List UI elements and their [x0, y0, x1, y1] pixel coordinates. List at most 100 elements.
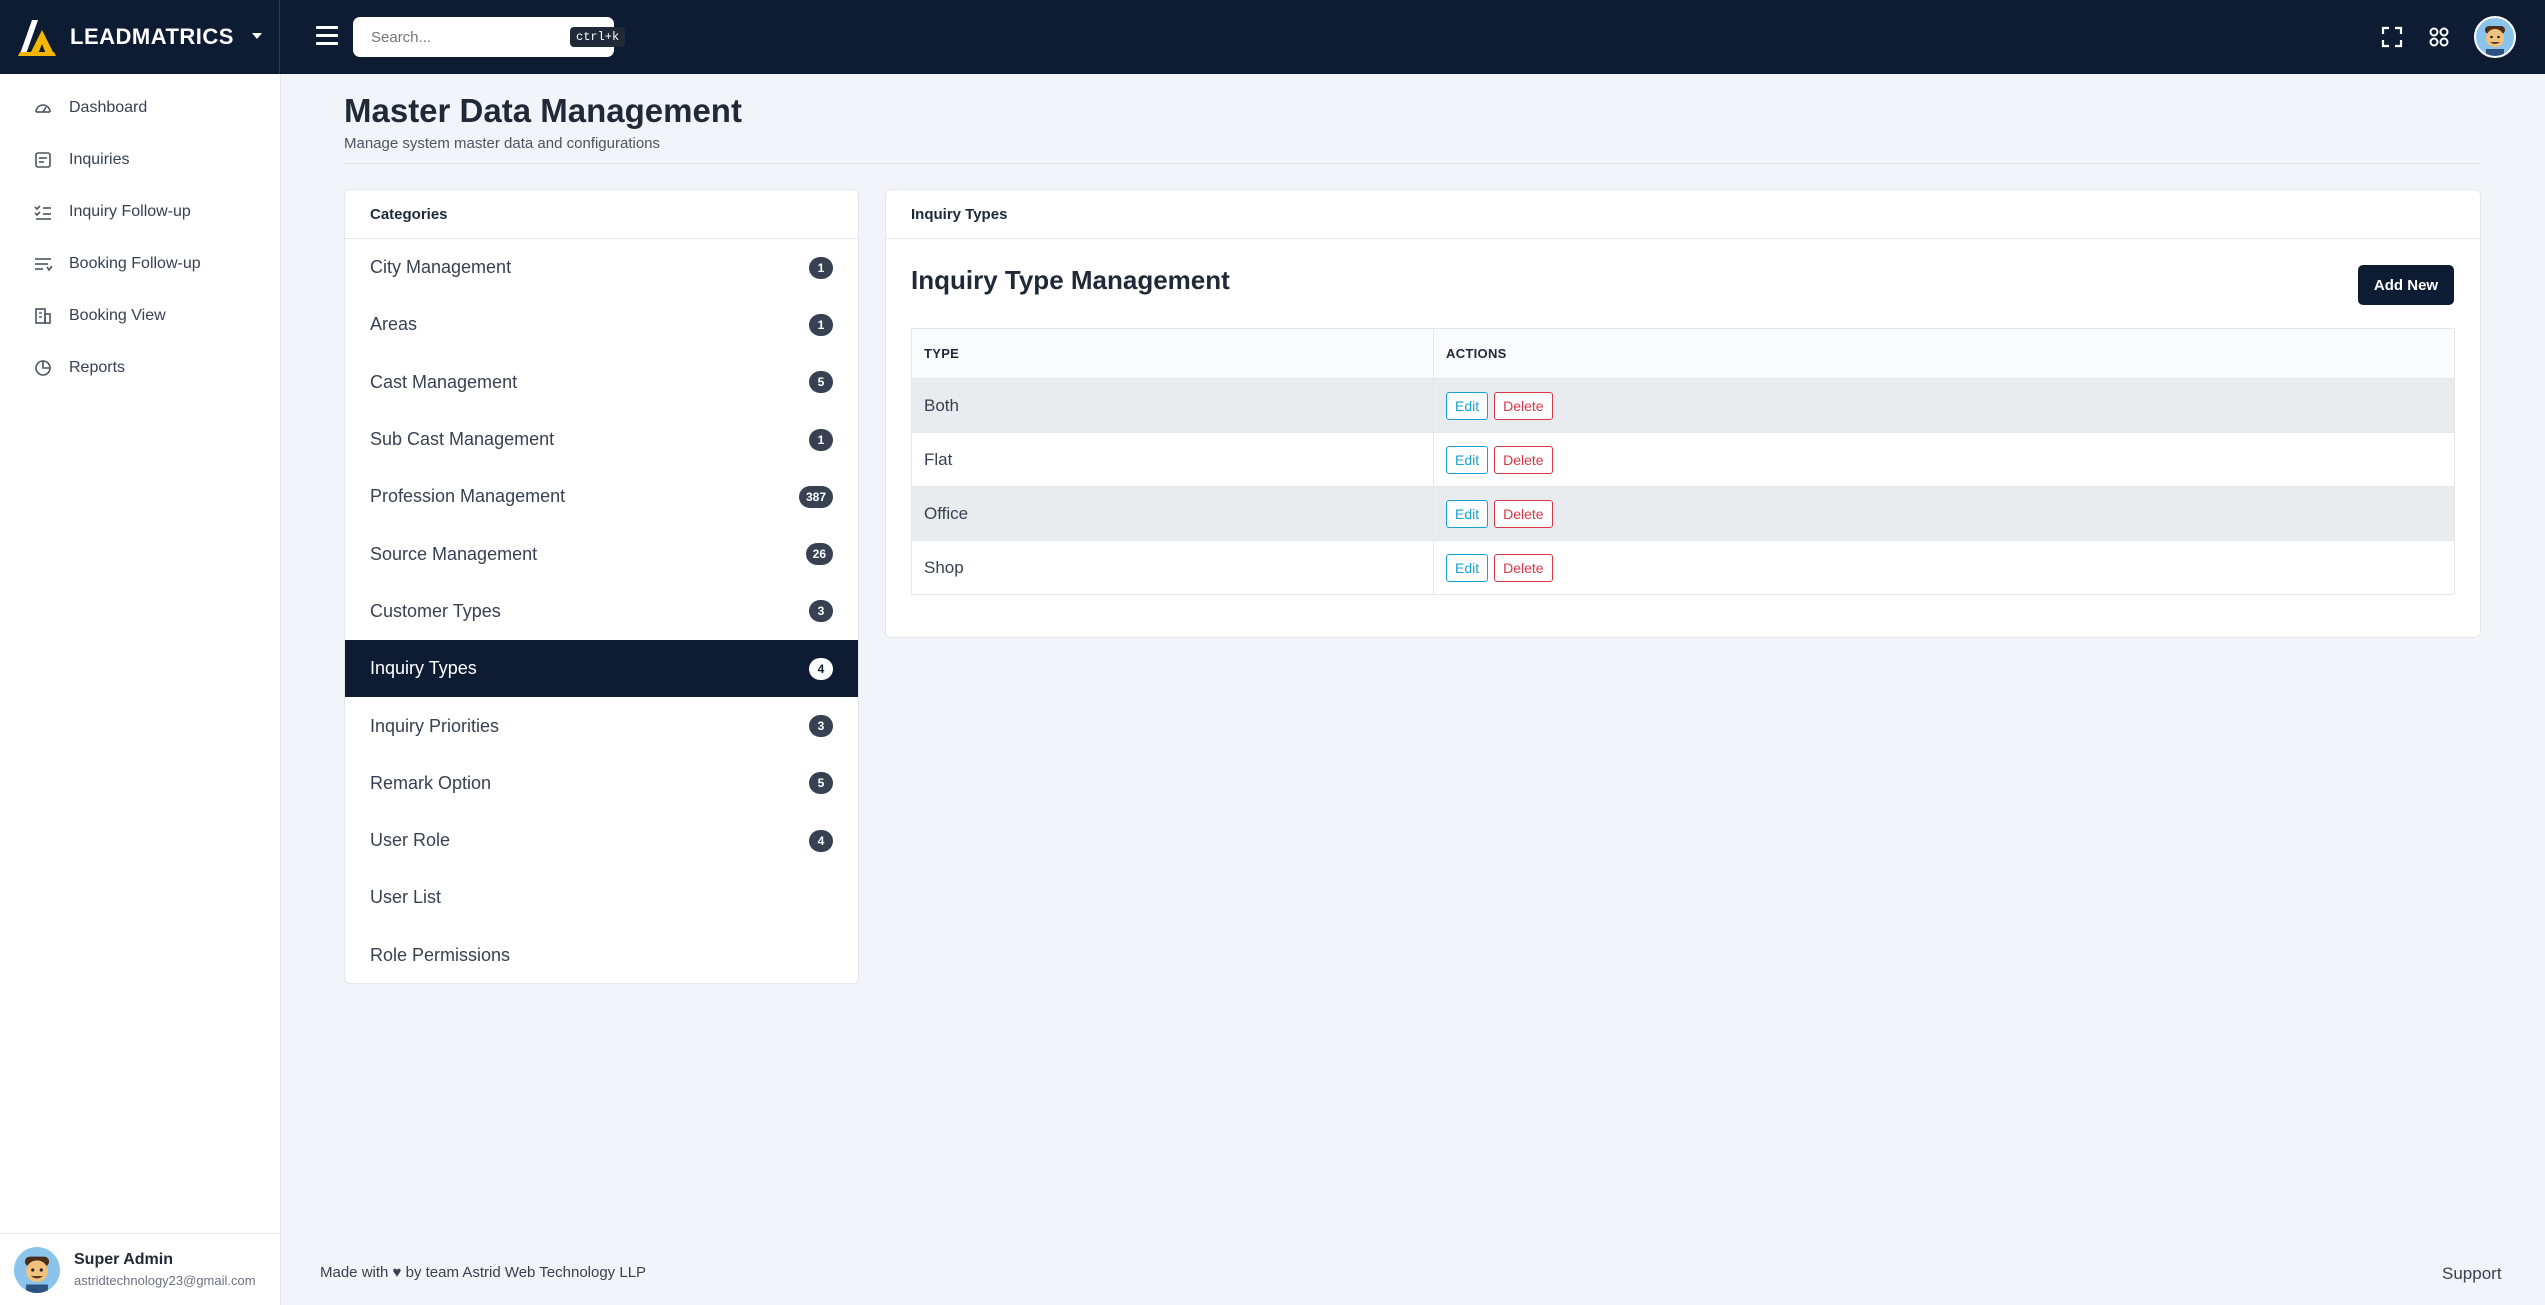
apps-grid-icon[interactable] — [2427, 25, 2451, 49]
count-badge: 3 — [809, 600, 833, 623]
category-item[interactable]: Cast Management 5 — [345, 354, 858, 411]
category-item[interactable]: Role Permissions — [345, 927, 858, 983]
column-header-type: TYPE — [911, 328, 1434, 379]
type-cell: Both — [911, 378, 1434, 433]
category-label: Inquiry Priorities — [370, 715, 500, 736]
brand-logo-icon — [18, 20, 56, 56]
sidebar-item-label: Booking View — [69, 307, 166, 324]
count-badge: 5 — [809, 371, 833, 394]
categories-card: Categories City Management 1 Areas 1 Cast Ma… — [344, 189, 859, 984]
actions-cell: Edit Delete — [1433, 432, 2455, 487]
delete-button[interactable]: Delete — [1494, 499, 1553, 528]
top-bar: LEADMATRICS ctrl+k — [0, 0, 2545, 74]
category-label: User Role — [370, 830, 451, 851]
count-badge: 1 — [809, 428, 833, 451]
category-item[interactable]: Inquiry Types 4 — [345, 640, 858, 698]
count-badge: 1 — [809, 256, 833, 279]
table-row: Flat Edit Delete — [911, 432, 2455, 487]
edit-button[interactable]: Edit — [1446, 391, 1489, 420]
page-subtitle: Manage system master data and configurat… — [344, 135, 661, 152]
category-label: Role Permissions — [370, 944, 511, 965]
edit-button[interactable]: Edit — [1446, 445, 1489, 474]
search-shortcut-badge: ctrl+k — [570, 27, 626, 47]
sidebar: Dashboard Inquiries Inquiry Follow-up Bo… — [0, 74, 281, 1305]
avatar — [14, 1246, 60, 1293]
category-item[interactable]: Sub Cast Management 1 — [345, 411, 858, 468]
brand-name: LEADMATRICS — [70, 24, 234, 49]
search-box: ctrl+k — [353, 17, 626, 57]
sidebar-item-inquiry-follow-up[interactable]: Inquiry Follow-up — [0, 186, 280, 238]
brand: LEADMATRICS — [0, 0, 280, 74]
footer-prefix: Made with — [320, 1264, 389, 1281]
add-new-button[interactable]: Add New — [2358, 265, 2454, 305]
delete-button[interactable]: Delete — [1494, 553, 1553, 582]
table-row: Shop Edit Delete — [911, 540, 2455, 595]
sidebar-item-inquiries[interactable]: Inquiries — [0, 134, 280, 186]
category-item[interactable]: Source Management 26 — [345, 525, 858, 582]
edit-button[interactable]: Edit — [1446, 553, 1489, 582]
category-item[interactable]: Inquiry Priorities 3 — [345, 697, 858, 754]
menu-line-icon — [316, 34, 338, 37]
count-badge: 4 — [809, 829, 833, 852]
sidebar-item-label: Inquiries — [69, 151, 130, 168]
category-label: Customer Types — [370, 600, 501, 621]
category-item[interactable]: User List — [345, 869, 858, 926]
edit-button[interactable]: Edit — [1446, 499, 1489, 528]
sidebar-item-reports[interactable]: Reports — [0, 342, 280, 394]
category-label: User List — [370, 887, 442, 908]
type-cell: Shop — [911, 540, 1434, 595]
category-label: Profession Management — [370, 486, 566, 507]
avatar-face-icon — [24, 1256, 50, 1293]
sidebar-item-booking-view[interactable]: Booking View — [0, 290, 280, 342]
categories-header: Categories — [345, 190, 858, 239]
category-label: City Management — [370, 257, 512, 278]
sidebar-user-panel[interactable]: Super Admin astridtechnology23@gmail.com — [0, 1233, 281, 1305]
building-icon — [35, 308, 51, 324]
avatar-face-icon — [2485, 26, 2505, 56]
categories-list: City Management 1 Areas 1 Cast Management 5 Su… — [345, 239, 858, 983]
category-item[interactable]: City Management 1 — [345, 239, 858, 296]
inquiry-types-card: Inquiry Types Inquiry Type Management Ad… — [885, 189, 2481, 638]
category-item[interactable]: Areas 1 — [345, 296, 858, 353]
user-avatar[interactable] — [2474, 16, 2516, 58]
category-item[interactable]: Customer Types 3 — [345, 583, 858, 640]
count-badge: 4 — [809, 657, 833, 680]
menu-toggle-button[interactable] — [316, 26, 338, 48]
delete-button[interactable]: Delete — [1494, 445, 1553, 474]
support-link[interactable]: Support — [2442, 1264, 2502, 1284]
user-email: astridtechnology23@gmail.com — [74, 1273, 256, 1288]
heart-icon: ♥ — [392, 1264, 402, 1281]
category-label: Source Management — [370, 543, 538, 564]
category-item[interactable]: User Role 4 — [345, 812, 858, 869]
count-badge: 26 — [805, 543, 833, 566]
sidebar-item-label: Dashboard — [69, 99, 148, 116]
search-input[interactable] — [371, 28, 570, 46]
actions-cell: Edit Delete — [1433, 486, 2455, 541]
menu-line-icon — [316, 26, 338, 29]
fullscreen-icon[interactable] — [2380, 25, 2404, 49]
delete-button[interactable]: Delete — [1494, 391, 1553, 420]
inquiry-types-table: TYPE ACTIONS Both Edit Delete Flat Edit Delet… — [911, 328, 2455, 595]
category-item[interactable]: Remark Option 5 — [345, 755, 858, 812]
actions-cell: Edit Delete — [1433, 540, 2455, 595]
chart-pie-icon — [35, 360, 51, 376]
brand-dropdown-caret-icon[interactable] — [252, 33, 262, 39]
sidebar-item-booking-follow-up[interactable]: Booking Follow-up — [0, 238, 280, 290]
list-filter-icon — [35, 258, 53, 272]
column-header-actions: ACTIONS — [1433, 328, 2455, 379]
count-badge: 1 — [809, 313, 833, 336]
category-label: Areas — [370, 314, 418, 335]
category-label: Inquiry Types — [370, 658, 477, 679]
category-label: Remark Option — [370, 772, 492, 793]
category-item[interactable]: Profession Management 387 — [345, 468, 858, 525]
table-row: Both Edit Delete — [911, 378, 2455, 433]
count-badge: 3 — [809, 715, 833, 738]
gauge-icon — [35, 104, 51, 113]
footer-credit: Made with ♥ by team Astrid Web Technolog… — [320, 1264, 646, 1281]
sidebar-item-dashboard[interactable]: Dashboard — [0, 82, 280, 134]
page-title: Master Data Management — [344, 92, 742, 129]
category-label: Sub Cast Management — [370, 429, 555, 450]
checklist-icon — [34, 205, 51, 220]
actions-cell: Edit Delete — [1433, 378, 2455, 433]
clipboard-icon — [35, 152, 51, 168]
